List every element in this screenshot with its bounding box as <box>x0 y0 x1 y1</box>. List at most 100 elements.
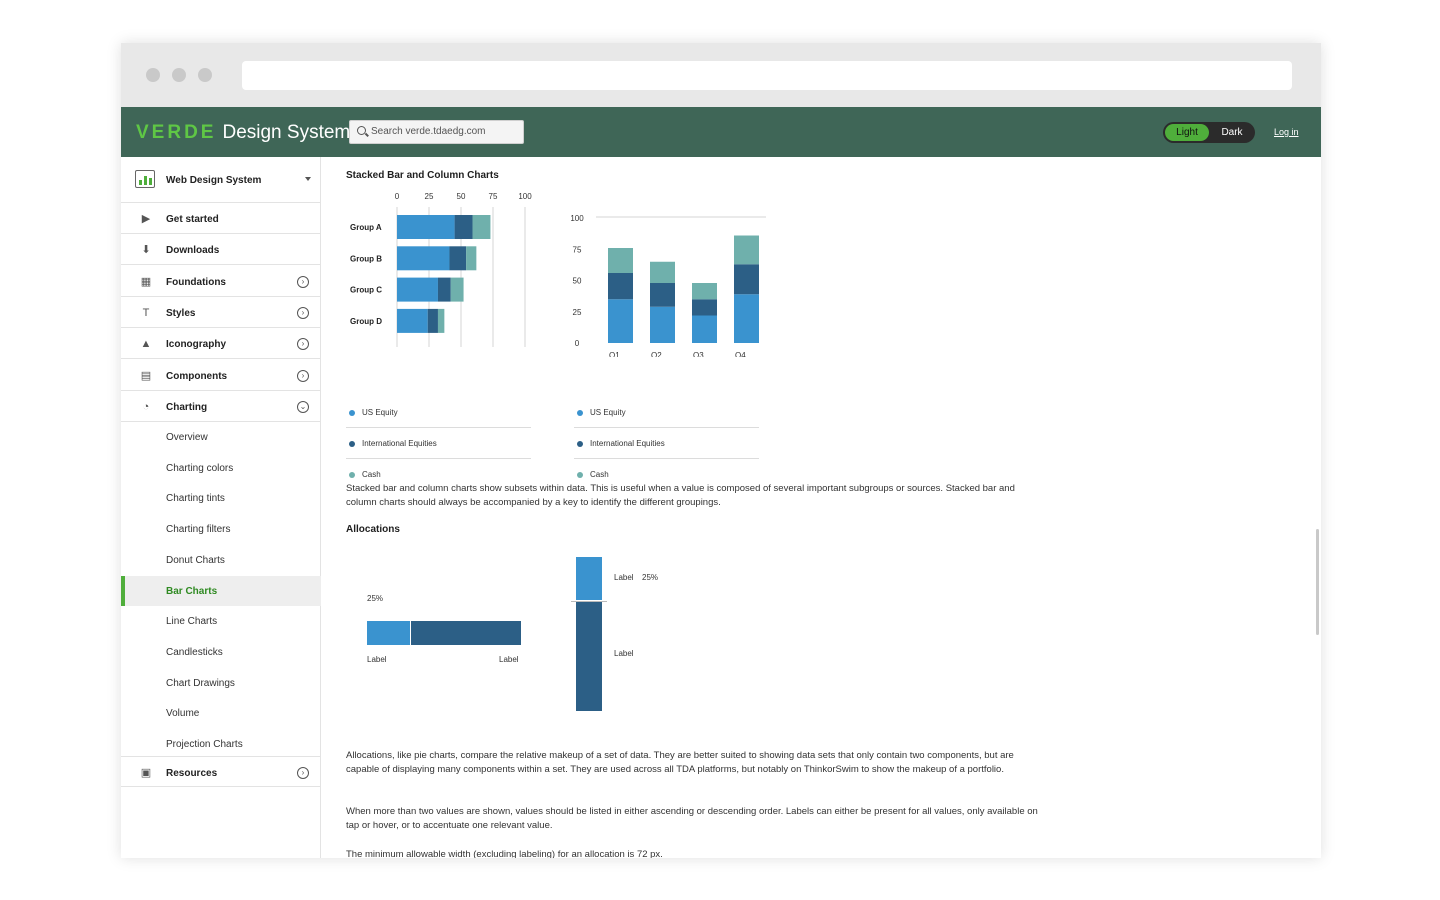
category-label: Group D <box>350 317 382 326</box>
sidebar-item-iconography[interactable]: ▲ Iconography › <box>121 328 321 360</box>
sidebar-subitem-donut-charts[interactable]: Donut Charts <box>121 545 321 575</box>
sidebar-subitem-charting-colors[interactable]: Charting colors <box>121 453 321 483</box>
y-tick-label: 75 <box>573 245 582 254</box>
search-input[interactable]: Search verde.tdaedg.com <box>349 120 524 144</box>
sidebar-subitem-label: Projection Charts <box>166 739 243 750</box>
brand-wordmark: VERDE <box>136 122 217 143</box>
legend-swatch <box>577 410 583 416</box>
column-segment <box>734 264 759 295</box>
bar-segment <box>450 277 464 302</box>
search-placeholder: Search verde.tdaedg.com <box>371 126 486 137</box>
bar-segment <box>472 215 491 239</box>
legend-swatch <box>349 410 355 416</box>
legend-swatch <box>577 441 583 447</box>
stacked-column-chart: 0 25 50 75 100 Q1 Q2 Q3 Q4 <box>570 214 766 357</box>
x-tick-label: 100 <box>518 192 532 201</box>
sidebar-item-foundations[interactable]: ▦ Foundations › <box>121 266 321 297</box>
column-segment <box>608 248 633 273</box>
allocation-v-segment-secondary <box>576 602 602 711</box>
column-segment <box>692 299 717 316</box>
sidebar-item-label: Downloads <box>166 245 220 257</box>
allocations-width-note: The minimum allowable width (excluding l… <box>346 849 663 858</box>
sidebar-subitem-label: Charting tints <box>166 493 225 505</box>
scrollbar-thumb[interactable] <box>1316 529 1319 635</box>
chevron-right-icon[interactable]: › <box>297 275 309 288</box>
section-title: Stacked Bar and Column Charts <box>346 170 499 181</box>
sidebar-subitem-chart-drawings[interactable]: Chart Drawings <box>121 668 321 698</box>
allocation-h-segment-secondary <box>411 621 521 645</box>
play-icon: ▶ <box>141 213 151 225</box>
chevron-right-icon[interactable]: › <box>297 369 309 382</box>
browser-window: VERDE Design System Search verde.tdaedg.c… <box>121 43 1321 858</box>
chevron-down-icon[interactable]: ⌄ <box>297 400 309 413</box>
search-icon <box>357 126 366 135</box>
theme-toggle[interactable]: Light Dark <box>1163 122 1255 143</box>
window-maximize-dot[interactable] <box>198 68 212 82</box>
pie-icon: ◔ <box>142 400 150 413</box>
brand-title: Design System <box>222 122 351 143</box>
sidebar-subitem-label: Chart Drawings <box>166 677 235 689</box>
sidebar-item-charting[interactable]: ◔ Charting ⌄ <box>121 391 321 422</box>
sidebar-subitem-bar-charts[interactable]: Bar Charts <box>121 575 321 606</box>
column-segment <box>650 261 675 283</box>
column-segment <box>692 315 717 343</box>
sidebar-item-label: Foundations <box>166 276 226 288</box>
sidebar-item-label: Styles <box>166 307 196 319</box>
sidebar-item-components[interactable]: ▤ Components › <box>121 360 321 391</box>
sidebar-item-get-started[interactable]: ▶ Get started <box>121 203 321 234</box>
login-link[interactable]: Log in <box>1274 127 1299 137</box>
column-segment <box>734 294 759 343</box>
sidebar-subitem-label: Overview <box>166 432 208 443</box>
site-logo[interactable]: VERDE Design System <box>136 122 350 144</box>
column-segment <box>692 283 717 300</box>
sidebar-subitem-candlesticks[interactable]: Candlesticks <box>121 637 321 667</box>
sidebar-subitem-label: Charting colors <box>166 462 234 474</box>
bar-segment <box>466 246 477 271</box>
site-header: VERDE Design System Search verde.tdaedg.c… <box>121 107 1321 157</box>
sidebar-item-styles[interactable]: T Styles › <box>121 297 321 328</box>
category-label: Group A <box>350 223 382 232</box>
scrollbar-track[interactable] <box>1315 157 1321 858</box>
bar-segment <box>397 215 455 239</box>
sidebar-item-downloads[interactable]: ⬇ Downloads <box>121 234 321 266</box>
column-segment <box>650 283 675 307</box>
window-close-dot[interactable] <box>146 68 160 82</box>
bar-segment <box>397 308 428 333</box>
chevron-right-icon[interactable]: › <box>297 767 309 779</box>
selector-label: Web Design System <box>166 175 262 186</box>
sidebar-subitem-overview[interactable]: Overview <box>121 422 321 452</box>
bar-segment <box>427 308 438 333</box>
chevron-right-icon[interactable]: › <box>297 306 309 319</box>
y-tick-label: 100 <box>570 214 584 223</box>
sidebar-subitem-volume[interactable]: Volume <box>121 698 321 728</box>
sidebar-subitem-charting-tints[interactable]: Charting tints <box>121 483 321 513</box>
address-bar[interactable] <box>242 61 1292 90</box>
sidebar-subitem-charting-filters[interactable]: Charting filters <box>121 514 321 544</box>
category-label: Q3 <box>693 351 704 357</box>
sidebar-subitem-line-charts[interactable]: Line Charts <box>121 606 321 636</box>
window-minimize-dot[interactable] <box>172 68 186 82</box>
sidebar-subitem-label: Candlesticks <box>166 646 223 658</box>
shapes-icon: ▲ <box>140 338 152 351</box>
sidebar-item-resources[interactable]: ▣ Resources › <box>121 756 321 787</box>
text-size-icon: T <box>142 306 150 319</box>
sidebar-subitem-label: Donut Charts <box>166 554 225 566</box>
sidebar-subitem-projection-charts[interactable]: Projection Charts <box>121 729 321 759</box>
browser-chrome <box>121 43 1321 107</box>
allocation-v-marker <box>571 601 607 603</box>
chevron-right-icon[interactable]: › <box>297 338 309 351</box>
bar-segment <box>397 277 438 302</box>
x-tick-label: 75 <box>489 192 498 201</box>
monitor-chart-icon <box>135 170 155 188</box>
sidebar-subitem-label: Volume <box>166 708 200 720</box>
legend-divider <box>346 427 531 428</box>
category-label: Q1 <box>609 351 620 357</box>
design-system-selector[interactable]: Web Design System <box>121 157 321 203</box>
column-segment <box>608 273 633 300</box>
grid-icon: ▦ <box>140 275 152 288</box>
stacked-bar-chart: 0 25 50 75 100 Group A Group B Group C Group D <box>350 192 532 347</box>
theme-dark-option[interactable]: Dark <box>1211 124 1253 141</box>
sidebar-item-label: Charting <box>166 401 208 413</box>
theme-light-option[interactable]: Light <box>1165 124 1209 141</box>
allocation-v-segment-primary <box>576 557 602 601</box>
